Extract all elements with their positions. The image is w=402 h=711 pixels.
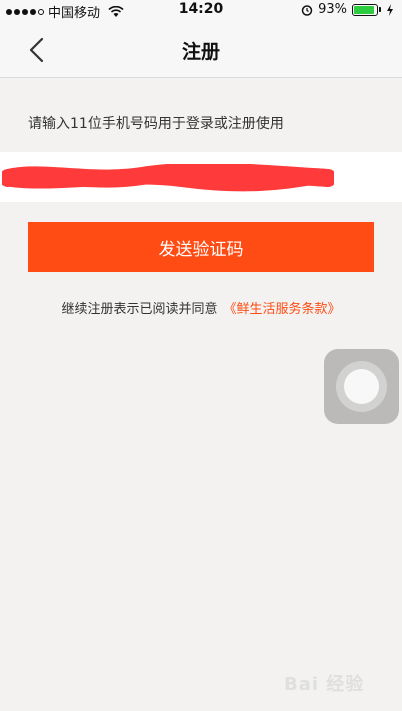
charging-bolt-icon <box>387 3 393 16</box>
status-bar: 中国移动 14:20 93% <box>0 0 402 21</box>
assistive-touch-core <box>344 369 379 404</box>
terms-of-service-link[interactable]: 《鲜生活服务条款》 <box>224 302 341 317</box>
watermark-text: Bai 经验 <box>284 674 365 695</box>
assistive-touch-ring <box>336 361 387 412</box>
send-verification-code-button[interactable]: 发送验证码 <box>28 222 374 272</box>
phone-hint-text: 请输入11位手机号码用于登录或注册使用 <box>28 116 284 132</box>
agreement-prefix: 继续注册表示已阅读并同意 <box>61 302 218 317</box>
alarm-clock-icon <box>301 4 313 16</box>
battery-fill <box>354 5 375 14</box>
phone-input-row <box>0 152 402 202</box>
page-title: 注册 <box>181 41 220 63</box>
battery-percent: 93% <box>318 2 347 17</box>
agreement-text: 继续注册表示已阅读并同意 《鲜生活服务条款》 <box>0 298 402 317</box>
assistive-touch-button[interactable] <box>324 349 399 424</box>
battery-icon <box>352 3 381 16</box>
baidu-watermark: Bai 经验 <box>284 664 394 698</box>
navigation-bar: 注册 <box>0 20 402 78</box>
phone-number-input[interactable] <box>0 152 402 202</box>
status-right: 93% <box>301 2 394 17</box>
